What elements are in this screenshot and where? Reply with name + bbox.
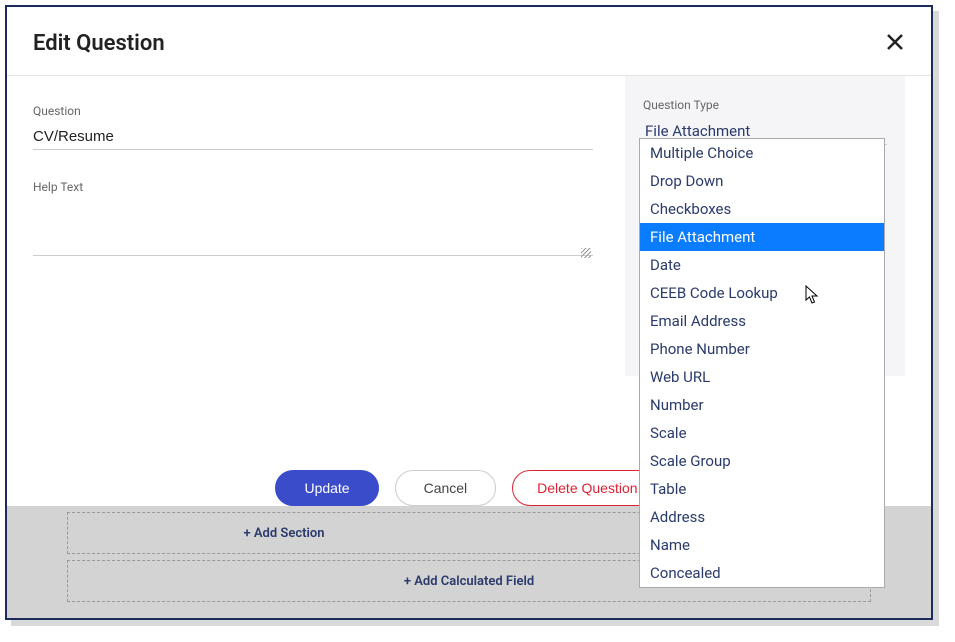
question-type-option[interactable]: Table	[640, 475, 884, 503]
question-type-option[interactable]: Number	[640, 391, 884, 419]
question-type-option[interactable]: Email Address	[640, 307, 884, 335]
help-block: Help Text	[33, 180, 593, 260]
modal-header: Edit Question	[7, 7, 931, 76]
question-type-panel: Question Type File Attachment Multiple C…	[625, 76, 905, 376]
question-type-option[interactable]: Drop Down	[640, 167, 884, 195]
question-type-option[interactable]: Web URL	[640, 363, 884, 391]
question-type-option[interactable]: Scale	[640, 419, 884, 447]
question-type-option[interactable]: Checkboxes	[640, 195, 884, 223]
question-label: Question	[33, 104, 593, 118]
question-type-option[interactable]: Phone Number	[640, 335, 884, 363]
close-button[interactable]	[885, 29, 905, 57]
question-type-option[interactable]: Concealed	[640, 559, 884, 587]
question-type-option[interactable]: Name	[640, 531, 884, 559]
question-type-option[interactable]: Multiple Choice	[640, 139, 884, 167]
modal-title: Edit Question	[33, 31, 165, 56]
left-column: Question Help Text	[33, 104, 593, 260]
modal-frame: Edit Question Question Help Text Questio…	[5, 5, 933, 620]
question-type-option[interactable]: Address	[640, 503, 884, 531]
update-button[interactable]: Update	[275, 470, 378, 506]
resize-grip-icon[interactable]	[581, 248, 591, 258]
question-input[interactable]	[33, 124, 593, 150]
question-type-option[interactable]: Scale Group	[640, 447, 884, 475]
cancel-button[interactable]: Cancel	[395, 470, 497, 506]
modal-body: Question Help Text Question Type File At…	[7, 76, 931, 527]
add-calculated-link[interactable]: + Add Calculated Field	[404, 574, 534, 589]
close-icon	[885, 32, 905, 52]
add-section-link[interactable]: + Add Section	[243, 526, 324, 541]
help-text-input[interactable]	[33, 200, 593, 256]
question-type-option[interactable]: File Attachment	[640, 223, 884, 251]
help-text-label: Help Text	[33, 180, 593, 194]
question-type-option[interactable]: Date	[640, 251, 884, 279]
question-type-dropdown[interactable]: Multiple ChoiceDrop DownCheckboxesFile A…	[639, 138, 885, 588]
question-type-label: Question Type	[643, 98, 887, 112]
question-type-option[interactable]: CEEB Code Lookup	[640, 279, 884, 307]
